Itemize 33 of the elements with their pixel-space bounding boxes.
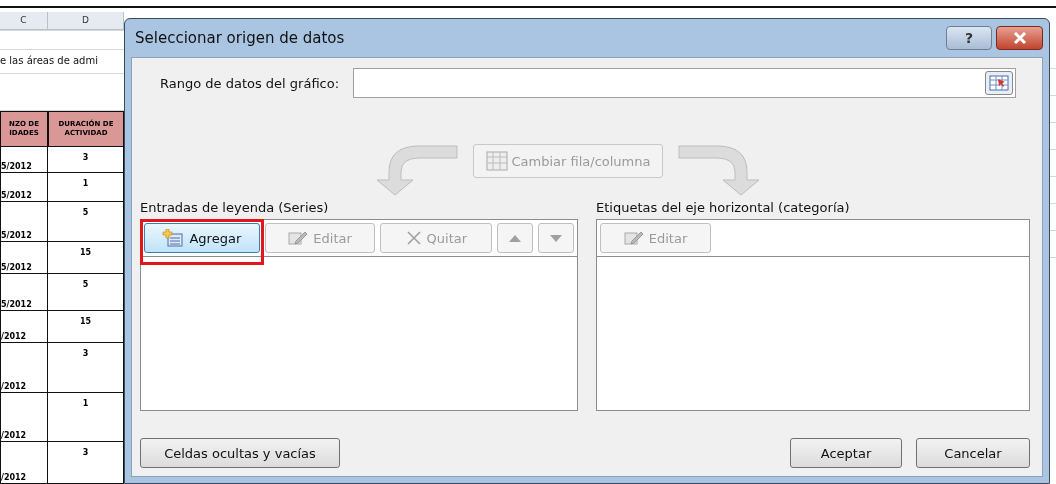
close-button[interactable] [996, 26, 1043, 50]
date-cell: /2012 [0, 311, 48, 344]
help-button[interactable]: ? [946, 26, 992, 50]
date-cell: 5/2012 [0, 146, 48, 173]
table-swap-icon [485, 151, 508, 171]
cancel-button[interactable]: Cancelar [916, 438, 1030, 468]
date-cell: 5/2012 [0, 273, 48, 312]
column-header: D [48, 12, 124, 30]
range-label: Rango de datos del gráfico: [160, 75, 340, 91]
range-picker-button[interactable] [985, 71, 1013, 95]
cell-text: e las áreas de admi [0, 53, 98, 68]
add-button[interactable]: Agregar [144, 223, 260, 253]
category-label: Etiquetas del eje horizontal (categoría) [596, 200, 851, 215]
date-cell: /2012 [0, 392, 48, 443]
date-cell: 5/2012 [0, 172, 48, 203]
series-label: Entradas de leyenda (Series) [140, 200, 330, 215]
close-icon [1012, 32, 1027, 44]
down-triangle-icon [550, 234, 563, 242]
edit-icon [288, 230, 309, 246]
table-pointer-icon [989, 75, 1009, 91]
date-cell: /2012 [0, 442, 48, 484]
date-cell: 5/2012 [0, 202, 48, 243]
edit-icon [623, 230, 644, 246]
column-header: C [0, 12, 48, 30]
ok-button[interactable]: Aceptar [790, 438, 902, 468]
date-cell: /2012 [0, 343, 48, 393]
add-list-icon [162, 229, 185, 247]
hidden-cells-button[interactable]: Celdas ocultas y vacías [140, 438, 340, 468]
range-field[interactable] [353, 68, 1016, 98]
x-icon [405, 230, 422, 246]
window-title: Seleccionar origen de datos [134, 29, 345, 47]
date-cell: 5/2012 [0, 242, 48, 274]
up-triangle-icon [509, 234, 522, 242]
